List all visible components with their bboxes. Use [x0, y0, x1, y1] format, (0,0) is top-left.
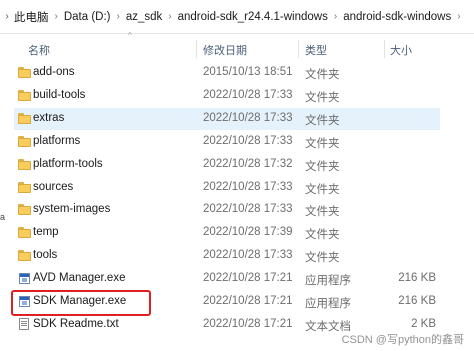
file-size: 216 KB [398, 295, 436, 307]
file-row[interactable]: system-images 2022/10/28 17:33 文件夹 [14, 199, 440, 221]
file-type: 应用程序 [305, 275, 351, 288]
column-size[interactable]: 大小 [390, 42, 412, 58]
file-type: 文件夹 [305, 137, 340, 150]
file-date: 2022/10/28 17:32 [203, 157, 293, 170]
file-size: 2 KB [411, 317, 436, 330]
file-name: platforms [33, 134, 81, 147]
column-divider[interactable] [298, 40, 299, 58]
file-name: system-images [33, 203, 111, 216]
breadcrumb-item[interactable]: android-sdk_r24.4.1-windows [178, 11, 328, 23]
file-row[interactable]: platform-tools 2022/10/28 17:32 文件夹 [14, 154, 440, 176]
file-type: 文件夹 [305, 91, 340, 104]
file-date: 2022/10/28 17:33 [203, 88, 293, 101]
breadcrumb-chevron-icon[interactable]: › [55, 11, 58, 22]
breadcrumb-item[interactable]: az_sdk [126, 11, 162, 23]
file-name: AVD Manager.exe [33, 272, 126, 285]
file-type: 文件夹 [305, 206, 340, 219]
file-name: platform-tools [33, 157, 103, 170]
folder-icon [18, 227, 31, 239]
address-bar[interactable]: › 此电脑 › Data (D:) › az_sdk › android-sdk_r24.4… [0, 0, 474, 34]
file-name: add-ons [33, 66, 75, 78]
folder-icon [18, 135, 31, 147]
file-type: 文件夹 [305, 229, 340, 242]
file-date: 2022/10/28 17:33 [203, 249, 293, 262]
breadcrumb-chevron-icon[interactable]: › [117, 11, 120, 22]
file-row[interactable]: add-ons 2015/10/13 18:51 文件夹 [14, 62, 440, 84]
file-name: SDK Readme.txt [33, 317, 119, 330]
column-type[interactable]: 类型 [305, 42, 327, 58]
file-date: 2015/10/13 18:51 [203, 66, 293, 78]
column-divider[interactable] [196, 40, 197, 58]
column-name[interactable]: 名称 [28, 42, 50, 58]
file-date: 2022/10/28 17:21 [203, 272, 293, 285]
file-date: 2022/10/28 17:33 [203, 111, 293, 124]
nav-chevron-icon[interactable]: › [0, 6, 14, 28]
file-name: build-tools [33, 88, 86, 101]
file-name: sources [33, 180, 74, 193]
file-row[interactable]: temp 2022/10/28 17:39 文件夹 [14, 222, 440, 244]
file-type: 文件夹 [305, 114, 340, 127]
file-row[interactable]: build-tools 2022/10/28 17:33 文件夹 [14, 85, 440, 107]
breadcrumb-chevron-icon[interactable]: › [334, 11, 337, 22]
folder-icon [18, 89, 31, 101]
breadcrumb-item[interactable]: android-sdk-windows [343, 11, 451, 23]
file-name: temp [33, 226, 59, 239]
column-header: 名称 修改日期 类型 大小 [0, 38, 474, 58]
file-date: 2022/10/28 17:39 [203, 226, 293, 239]
file-date: 2022/10/28 17:33 [203, 134, 293, 147]
text-document-icon [19, 317, 29, 330]
file-size: 216 KB [398, 272, 436, 285]
file-row[interactable]: sources 2022/10/28 17:33 文件夹 [14, 177, 440, 199]
file-date: 2022/10/28 17:21 [203, 317, 293, 330]
sidebar-fragment: a [0, 212, 6, 222]
file-row[interactable]: AVD Manager.exe 2022/10/28 17:21 应用程序 216 K… [14, 268, 440, 290]
folder-icon [18, 158, 31, 170]
watermark: CSDN @写python的鑫哥 [341, 334, 464, 346]
folder-icon [18, 204, 31, 216]
file-type: 文件夹 [305, 69, 340, 81]
sort-caret-icon: ^ [128, 31, 132, 40]
breadcrumb-item[interactable]: 此电脑 [14, 9, 49, 25]
breadcrumb-chevron-icon[interactable]: › [168, 11, 171, 22]
file-type: 应用程序 [305, 298, 351, 310]
folder-icon [18, 250, 31, 262]
file-type: 文件夹 [305, 183, 340, 196]
file-date: 2022/10/28 17:33 [203, 203, 293, 216]
file-name: tools [33, 249, 58, 262]
folder-icon [18, 112, 31, 124]
application-icon [19, 273, 30, 285]
file-name: extras [33, 111, 65, 124]
file-row[interactable]: extras 2022/10/28 17:33 文件夹 [14, 107, 440, 130]
file-type: 文件夹 [305, 160, 340, 173]
folder-icon [18, 67, 31, 78]
folder-icon [18, 181, 31, 193]
breadcrumb-item[interactable]: Data (D:) [64, 11, 111, 23]
file-type: 文件夹 [305, 252, 340, 265]
file-date: 2022/10/28 17:33 [203, 180, 293, 193]
column-date[interactable]: 修改日期 [203, 42, 247, 58]
file-row[interactable]: platforms 2022/10/28 17:33 文件夹 [14, 131, 440, 153]
breadcrumb-chevron-icon[interactable]: › [457, 11, 460, 22]
file-date: 2022/10/28 17:21 [203, 295, 293, 307]
highlight-box [11, 290, 151, 316]
column-divider[interactable] [384, 40, 385, 58]
file-row[interactable]: tools 2022/10/28 17:33 文件夹 [14, 245, 440, 267]
